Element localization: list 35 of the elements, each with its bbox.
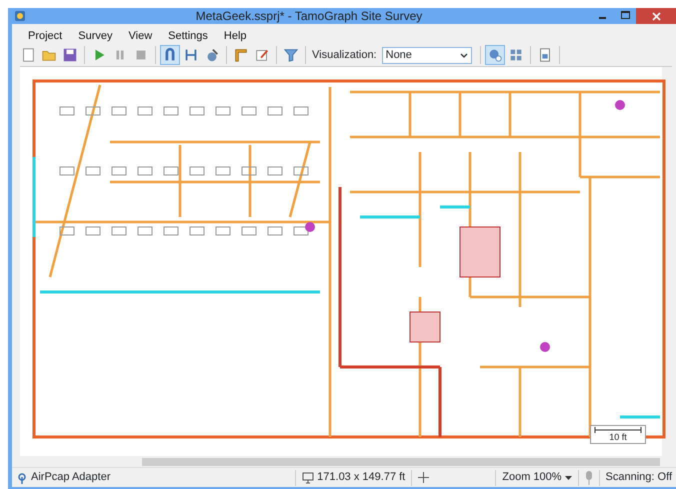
scrollbar-thumb[interactable] <box>142 458 660 466</box>
zoom-dropdown[interactable]: Zoom 100% <box>502 469 572 486</box>
status-text: 171.03 x 149.77 ft <box>317 470 406 486</box>
monitor-icon <box>302 472 314 484</box>
window-title: MetaGeek.ssprj* - TamoGraph Site Survey <box>194 8 424 25</box>
menu-item[interactable]: Settings <box>160 28 216 42</box>
chevron-down-icon <box>460 52 468 58</box>
scale-label: 10 ft <box>609 432 627 442</box>
save-icon <box>62 47 78 63</box>
grid-icon <box>508 47 524 63</box>
menu-item[interactable]: Survey <box>70 28 120 42</box>
visualization-label: Visualization: <box>312 48 377 63</box>
visualization-dropdown[interactable]: None <box>382 46 472 64</box>
crosshair-icon <box>418 472 430 483</box>
microphone-icon <box>584 470 593 484</box>
pencil-icon <box>254 47 270 63</box>
app-icon <box>14 10 26 22</box>
access-point-icon <box>486 47 503 63</box>
menu-item[interactable]: Project <box>20 28 70 42</box>
status-text: AirPcap Adapter <box>31 470 110 486</box>
close-icon <box>652 12 660 20</box>
maximize-icon <box>620 11 630 19</box>
antenna-icon <box>16 472 28 484</box>
funnel-icon <box>283 47 299 63</box>
toolbar-button[interactable] <box>160 45 180 65</box>
caret-down-icon <box>564 476 572 480</box>
status-text: Scanning: Off <box>606 470 672 486</box>
toolbar-button[interactable] <box>484 45 505 65</box>
menu-item[interactable]: View <box>120 28 160 42</box>
menu-item[interactable]: Help <box>216 28 255 42</box>
close-button[interactable] <box>636 8 676 24</box>
path-icon <box>183 47 199 63</box>
scale-line-icon <box>594 427 642 433</box>
ruler-icon <box>233 47 249 63</box>
page-icon <box>20 47 36 63</box>
